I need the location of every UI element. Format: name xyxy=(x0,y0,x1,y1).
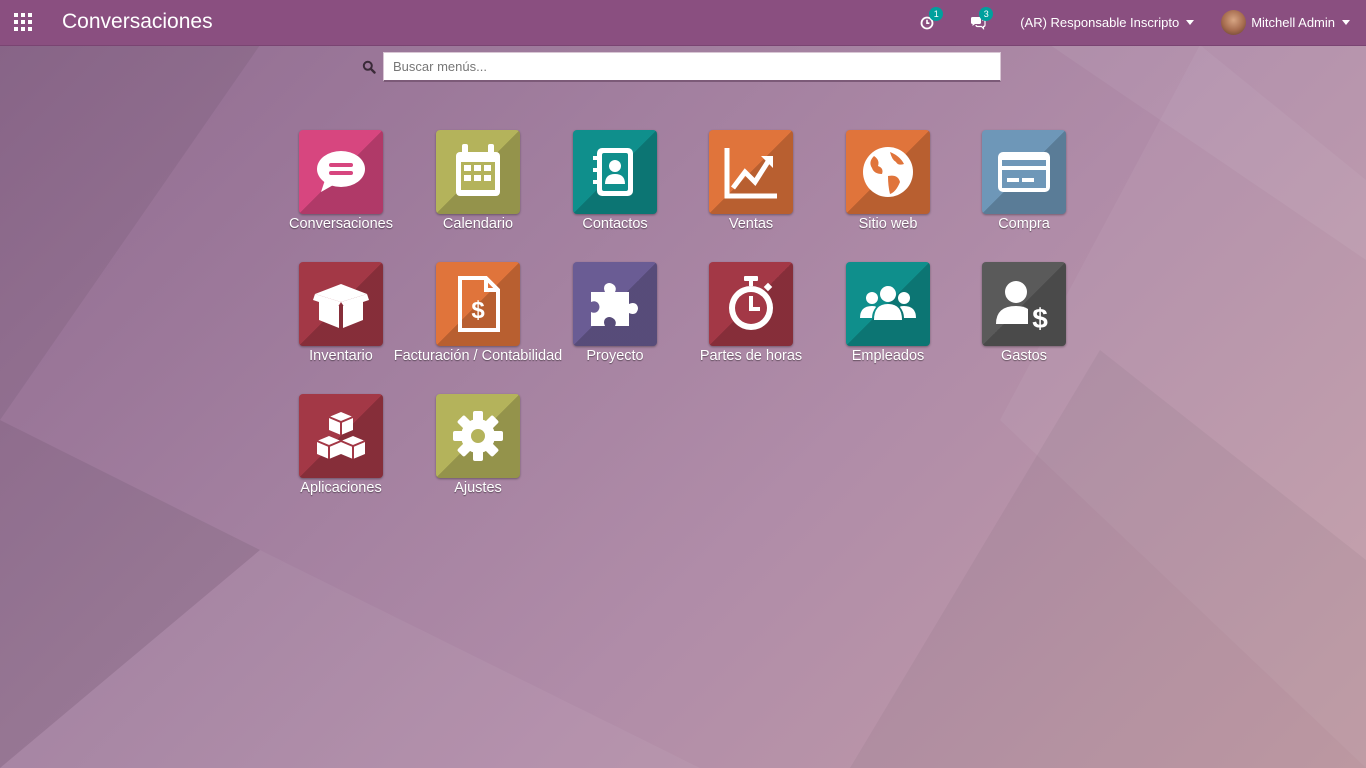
globe-icon xyxy=(863,147,913,197)
app-ventas[interactable]: Ventas xyxy=(683,130,819,250)
avatar xyxy=(1221,10,1247,35)
app-label: Ajustes xyxy=(454,480,502,496)
app-tile xyxy=(299,394,383,478)
chart-trend-icon xyxy=(724,148,777,199)
app-tile xyxy=(436,130,520,214)
app-gastos[interactable]: $ Gastos xyxy=(956,262,1092,382)
app-tile xyxy=(436,394,520,478)
page-title: Conversaciones xyxy=(62,10,213,33)
puzzle-icon xyxy=(591,283,638,326)
activity-badge: 1 xyxy=(929,6,944,21)
user-dollar-icon: $ xyxy=(996,281,1048,332)
user-name: Mitchell Admin xyxy=(1251,15,1335,30)
app-inventario[interactable]: Inventario xyxy=(273,262,409,382)
messages-menu[interactable]: 3 xyxy=(970,6,994,30)
credit-card-icon xyxy=(998,152,1050,192)
app-empleados[interactable]: Empleados xyxy=(820,262,956,382)
gear-icon xyxy=(453,411,503,461)
address-book-icon xyxy=(593,148,633,196)
app-conversaciones[interactable]: Conversaciones xyxy=(273,130,409,250)
app-tile xyxy=(299,262,383,346)
chat-icon xyxy=(317,151,365,192)
svg-text:$: $ xyxy=(471,297,485,324)
apps-menu-icon[interactable] xyxy=(14,13,32,31)
app-calendario[interactable]: Calendario xyxy=(410,130,546,250)
search-icon xyxy=(362,60,376,74)
app-tile xyxy=(299,130,383,214)
search-input[interactable] xyxy=(383,52,1001,82)
app-tile xyxy=(709,130,793,214)
app-label: Compra xyxy=(998,216,1050,232)
app-compra[interactable]: Compra xyxy=(956,130,1092,250)
calendar-icon xyxy=(456,144,500,196)
svg-text:$: $ xyxy=(1032,303,1048,332)
background-pattern xyxy=(0,45,1366,768)
messages-badge: 3 xyxy=(979,6,994,21)
users-icon xyxy=(860,286,916,320)
app-tile xyxy=(846,262,930,346)
app-tile: $ xyxy=(982,262,1066,346)
app-tile xyxy=(982,130,1066,214)
app-sitio-web[interactable]: Sitio web xyxy=(820,130,956,250)
invoice-icon: $ xyxy=(458,276,500,332)
app-tile xyxy=(573,262,657,346)
app-aplicaciones[interactable]: Aplicaciones xyxy=(273,394,409,514)
app-tile: $ xyxy=(436,262,520,346)
chevron-down-icon xyxy=(1342,20,1350,25)
box-icon xyxy=(313,284,369,328)
app-contactos[interactable]: Contactos xyxy=(547,130,683,250)
app-tile xyxy=(573,130,657,214)
app-tile xyxy=(709,262,793,346)
company-switcher[interactable]: (AR) Responsable Inscripto xyxy=(1020,15,1195,30)
user-menu[interactable]: Mitchell Admin xyxy=(1221,10,1350,35)
activity-menu[interactable]: 1 xyxy=(920,6,944,30)
app-partes-de-horas[interactable]: Partes de horas xyxy=(683,262,819,382)
company-name: (AR) Responsable Inscripto xyxy=(1020,15,1180,30)
chevron-down-icon xyxy=(1186,20,1195,25)
app-proyecto[interactable]: Proyecto xyxy=(547,262,683,382)
cubes-icon xyxy=(316,412,366,459)
app-ajustes[interactable]: Ajustes xyxy=(410,394,546,514)
menu-search xyxy=(362,52,1002,82)
app-tile xyxy=(846,130,930,214)
stopwatch-icon xyxy=(729,276,773,330)
top-navbar: Conversaciones 1 3 (AR) Responsable Insc… xyxy=(0,0,1366,46)
systray: 1 3 (AR) Responsable Inscripto Mitchell … xyxy=(920,0,1366,45)
app-label: Gastos xyxy=(1001,348,1047,364)
app-facturacion[interactable]: $ Facturación / Contabilidad xyxy=(394,262,562,382)
